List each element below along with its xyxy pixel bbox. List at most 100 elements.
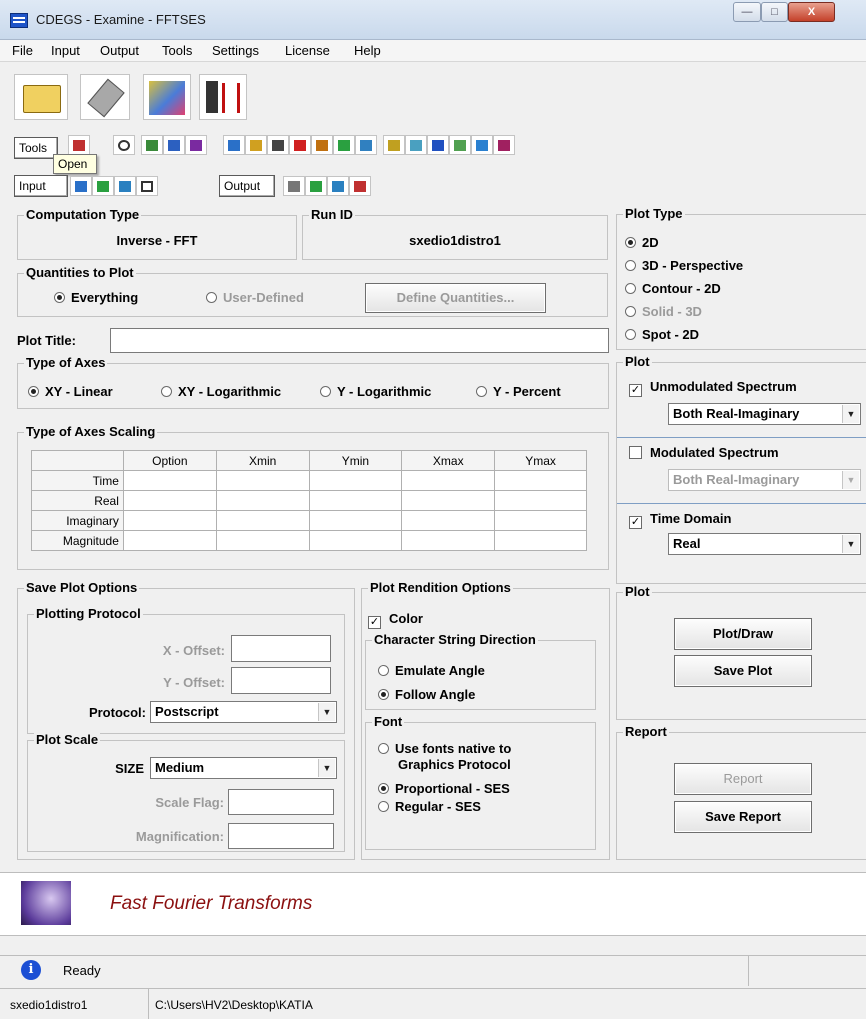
table-cell[interactable] bbox=[494, 530, 587, 551]
y-offset-input[interactable] bbox=[231, 667, 331, 694]
id-run-button[interactable] bbox=[143, 74, 191, 120]
table-cell[interactable] bbox=[308, 530, 403, 551]
menu-settings[interactable]: Settings bbox=[212, 43, 259, 58]
close-button[interactable]: X bbox=[788, 2, 835, 22]
input-tool-4-button[interactable] bbox=[136, 176, 158, 196]
output-tool-1-button[interactable] bbox=[283, 176, 305, 196]
table-cell[interactable] bbox=[122, 510, 217, 531]
table-cell[interactable] bbox=[122, 490, 217, 511]
plot-title-input[interactable] bbox=[110, 328, 609, 353]
menu-tools[interactable]: Tools bbox=[162, 43, 192, 58]
input-button[interactable]: Input bbox=[14, 175, 68, 197]
table-cell[interactable] bbox=[215, 470, 310, 491]
plot-draw-button[interactable]: Plot/Draw bbox=[674, 618, 812, 650]
table-cell[interactable] bbox=[401, 470, 496, 491]
menu-input[interactable]: Input bbox=[51, 43, 80, 58]
table-cell[interactable] bbox=[122, 530, 217, 551]
output-button[interactable]: Output bbox=[219, 175, 275, 197]
tool-graph3-button[interactable] bbox=[185, 135, 207, 155]
save-plot-button[interactable]: Save Plot bbox=[674, 655, 812, 687]
tool-graph1-button[interactable] bbox=[141, 135, 163, 155]
time-domain-checkbox[interactable]: ✓ Time Domain bbox=[629, 511, 731, 529]
tool-l-button[interactable] bbox=[471, 135, 493, 155]
tools-button[interactable]: Tools bbox=[14, 137, 58, 159]
time-domain-select[interactable]: Real ▼ bbox=[668, 533, 861, 555]
modulated-checkbox[interactable]: Modulated Spectrum bbox=[629, 445, 779, 460]
tool-a-button[interactable] bbox=[223, 135, 245, 155]
tool-j-button[interactable] bbox=[427, 135, 449, 155]
size-select[interactable]: Medium ▼ bbox=[150, 757, 337, 779]
import-icon bbox=[97, 181, 109, 192]
output-tool-3-button[interactable] bbox=[327, 176, 349, 196]
table-cell[interactable] bbox=[122, 470, 217, 491]
protocol-select[interactable]: Postscript ▼ bbox=[150, 701, 337, 723]
xy-logarithmic-radio[interactable]: XY - Logarithmic bbox=[161, 384, 281, 399]
magnification-input[interactable] bbox=[228, 823, 334, 849]
table-cell[interactable] bbox=[308, 470, 403, 491]
open-folder-button[interactable] bbox=[14, 74, 68, 120]
tool-b-button[interactable] bbox=[245, 135, 267, 155]
table-cell[interactable] bbox=[401, 510, 496, 531]
import-icon bbox=[310, 181, 322, 192]
tool-chart-button[interactable] bbox=[68, 135, 90, 155]
plot-type-spot-radio[interactable]: Spot - 2D bbox=[625, 327, 699, 342]
table-cell[interactable] bbox=[308, 490, 403, 511]
regular-radio[interactable]: Regular - SES bbox=[378, 799, 481, 814]
tool-k-button[interactable] bbox=[449, 135, 471, 155]
output-tool-2-button[interactable] bbox=[305, 176, 327, 196]
tool-clock-button[interactable] bbox=[113, 135, 135, 155]
menu-output[interactable]: Output bbox=[100, 43, 139, 58]
menu-file[interactable]: File bbox=[12, 43, 33, 58]
everything-radio[interactable]: Everything bbox=[54, 290, 138, 305]
proportional-radio[interactable]: Proportional - SES bbox=[378, 781, 510, 796]
table-cell[interactable] bbox=[215, 490, 310, 511]
table-cell[interactable] bbox=[494, 490, 587, 511]
xy-linear-radio[interactable]: XY - Linear bbox=[28, 384, 113, 399]
x-offset-input[interactable] bbox=[231, 635, 331, 662]
report-button[interactable]: Report bbox=[674, 763, 812, 795]
modulated-select[interactable]: Both Real-Imaginary ▼ bbox=[668, 469, 861, 491]
plot-type-contour-radio[interactable]: Contour - 2D bbox=[625, 281, 721, 296]
tool-c-button[interactable] bbox=[267, 135, 289, 155]
unmodulated-select[interactable]: Both Real-Imaginary ▼ bbox=[668, 403, 861, 425]
save-report-button[interactable]: Save Report bbox=[674, 801, 812, 833]
tool-graph2-button[interactable] bbox=[163, 135, 185, 155]
scale-flag-input[interactable] bbox=[228, 789, 334, 815]
emulate-angle-radio[interactable]: Emulate Angle bbox=[378, 663, 485, 678]
plot-type-solid-radio[interactable]: Solid - 3D bbox=[625, 304, 702, 319]
calculator-compass-button[interactable] bbox=[199, 74, 247, 120]
input-tool-2-button[interactable] bbox=[92, 176, 114, 196]
maximize-button[interactable]: □ bbox=[761, 2, 788, 22]
output-tool-4-button[interactable] bbox=[349, 176, 371, 196]
tool-e-button[interactable] bbox=[311, 135, 333, 155]
table-cell[interactable] bbox=[401, 490, 496, 511]
tool-f-button[interactable] bbox=[333, 135, 355, 155]
menu-license[interactable]: License bbox=[285, 43, 330, 58]
table-cell[interactable] bbox=[308, 510, 403, 531]
menu-help[interactable]: Help bbox=[354, 43, 381, 58]
table-cell[interactable] bbox=[494, 470, 587, 491]
tool-i-button[interactable] bbox=[405, 135, 427, 155]
color-checkbox[interactable]: ✓ Color bbox=[368, 611, 423, 629]
define-quantities-button[interactable]: Define Quantities... bbox=[365, 283, 546, 313]
follow-angle-radio[interactable]: Follow Angle bbox=[378, 687, 475, 702]
y-logarithmic-radio[interactable]: Y - Logarithmic bbox=[320, 384, 431, 399]
plot-type-2d-radio[interactable]: 2D bbox=[625, 235, 659, 250]
input-tool-1-button[interactable] bbox=[70, 176, 92, 196]
settings-wrench-button[interactable] bbox=[80, 74, 130, 120]
y-percent-radio[interactable]: Y - Percent bbox=[476, 384, 561, 399]
tool-m-button[interactable] bbox=[493, 135, 515, 155]
minimize-button[interactable]: — bbox=[733, 2, 761, 22]
table-cell[interactable] bbox=[215, 510, 310, 531]
table-cell[interactable] bbox=[401, 530, 496, 551]
table-cell[interactable] bbox=[494, 510, 587, 531]
native-fonts-radio[interactable]: Use fonts native to bbox=[378, 741, 511, 756]
unmodulated-checkbox[interactable]: ✓ Unmodulated Spectrum bbox=[629, 379, 797, 397]
input-tool-3-button[interactable] bbox=[114, 176, 136, 196]
user-defined-radio[interactable]: User-Defined bbox=[206, 290, 304, 305]
table-cell[interactable] bbox=[215, 530, 310, 551]
plot-type-3d-radio[interactable]: 3D - Perspective bbox=[625, 258, 743, 273]
tool-d-button[interactable] bbox=[289, 135, 311, 155]
tool-h-button[interactable] bbox=[383, 135, 405, 155]
tool-g-button[interactable] bbox=[355, 135, 377, 155]
